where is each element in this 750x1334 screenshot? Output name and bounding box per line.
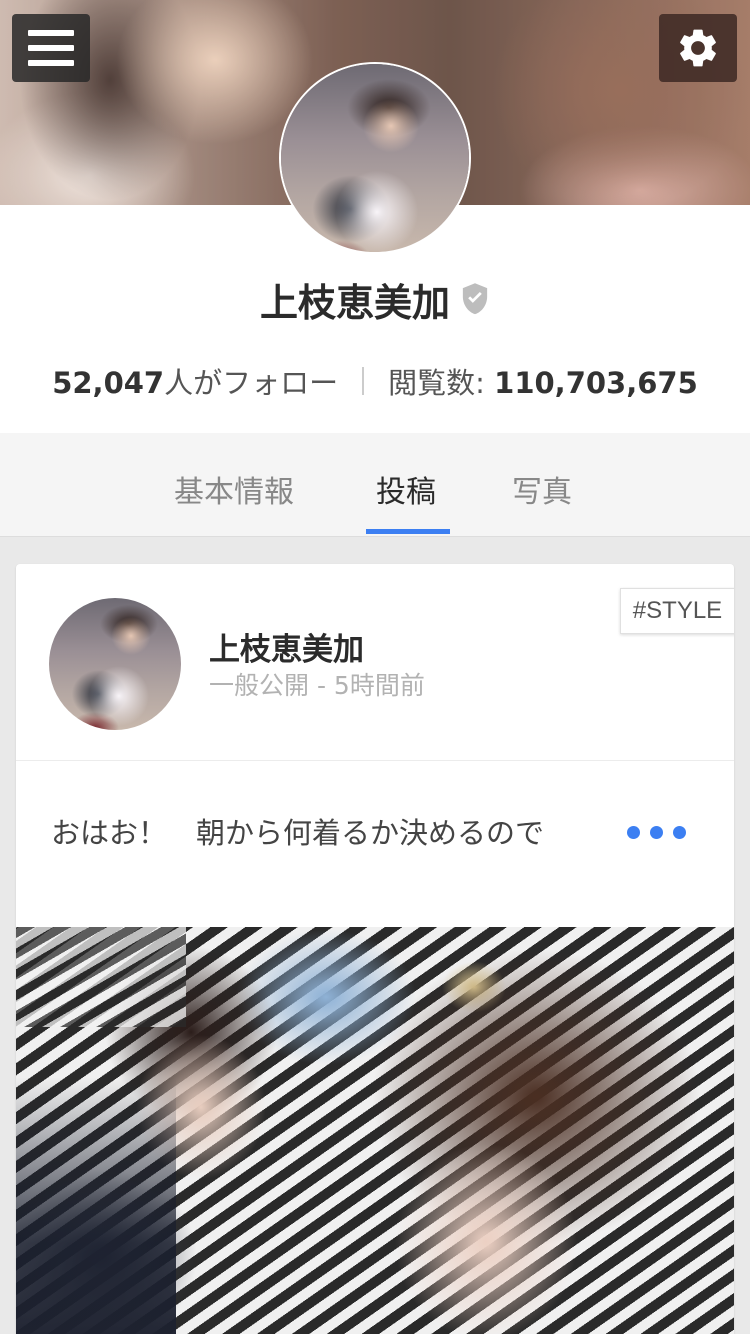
profile-name: 上枝恵美加 bbox=[259, 280, 450, 325]
more-dot bbox=[627, 826, 640, 839]
views-count: 110,703,675 bbox=[494, 366, 698, 400]
tab-basic-info[interactable]: 基本情報 bbox=[174, 467, 294, 511]
active-tab-indicator bbox=[366, 529, 450, 534]
more-dot bbox=[650, 826, 663, 839]
tab-posts[interactable]: 投稿 bbox=[376, 467, 436, 511]
card-divider bbox=[16, 760, 734, 761]
post-card[interactable]: 上枝恵美加 一般公開 - 5時間前 #STYLE おはお！ 朝から何着るか決める… bbox=[16, 564, 734, 1334]
post-tag-badge[interactable]: #STYLE bbox=[620, 588, 734, 634]
stats-divider bbox=[362, 367, 365, 395]
tab-photos[interactable]: 写真 bbox=[512, 467, 572, 511]
more-dot bbox=[673, 826, 686, 839]
hamburger-menu-icon bbox=[28, 30, 74, 36]
views-stat: 閲覧数: 110,703,675 bbox=[388, 360, 698, 402]
verified-shield-icon bbox=[462, 283, 488, 315]
followers-stat[interactable]: 52,047人がフォロー bbox=[52, 360, 338, 402]
followers-count: 52,047 bbox=[52, 366, 165, 400]
hamburger-menu-icon-bar bbox=[28, 60, 74, 66]
post-text: おはお！ 朝から何着るか決めるので bbox=[51, 816, 545, 850]
menu-button[interactable] bbox=[12, 14, 90, 82]
post-photo[interactable] bbox=[16, 927, 734, 1334]
followers-label: 人がフォロー bbox=[164, 366, 339, 400]
profile-avatar[interactable] bbox=[281, 64, 469, 252]
profile-name-row: 上枝恵美加 bbox=[0, 273, 750, 325]
settings-button[interactable] bbox=[659, 14, 737, 82]
post-meta: 一般公開 - 5時間前 bbox=[209, 671, 425, 700]
profile-tabs: 基本情報 投稿 写真 bbox=[0, 433, 750, 537]
more-dots-icon[interactable] bbox=[627, 826, 686, 839]
profile-stats: 52,047人がフォロー 閲覧数: 110,703,675 bbox=[0, 361, 750, 401]
gear-icon bbox=[680, 29, 716, 67]
hamburger-menu-icon-bar bbox=[28, 45, 74, 51]
post-author-name[interactable]: 上枝恵美加 bbox=[209, 624, 364, 669]
views-label: 閲覧数: bbox=[388, 366, 485, 400]
post-author-avatar[interactable] bbox=[49, 598, 181, 730]
